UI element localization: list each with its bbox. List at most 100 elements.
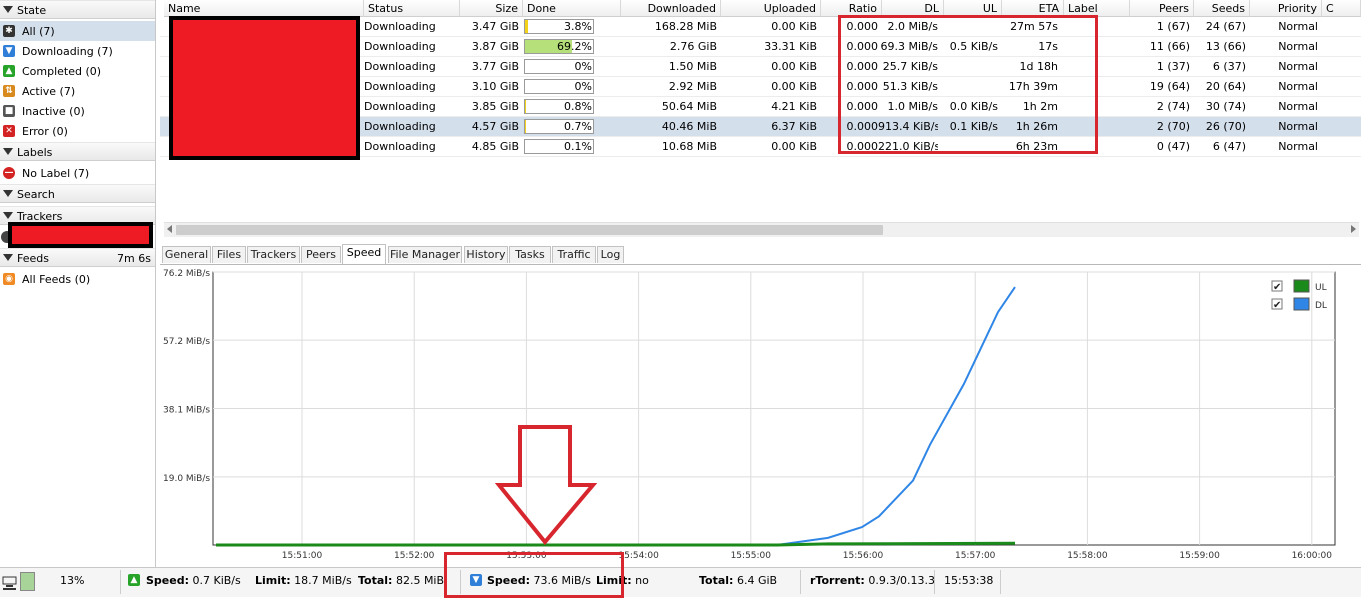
- sidebar-item[interactable]: ✕Error (0): [0, 121, 155, 141]
- sidebar-item[interactable]: ▲Completed (0): [0, 61, 155, 81]
- tab-files[interactable]: Files: [212, 246, 246, 263]
- labels-header-label: Labels: [17, 146, 52, 159]
- x-tick-label: 15:55:00: [731, 551, 772, 561]
- annotation-down-arrow: [495, 425, 597, 545]
- tab-file-manager[interactable]: File Manager: [388, 246, 462, 263]
- client-version: rTorrent: 0.9.3/0.13.3: [810, 574, 935, 587]
- column-header[interactable]: Peers: [1130, 0, 1194, 17]
- column-header[interactable]: C: [1322, 0, 1361, 17]
- peers-cell: 1 (67): [1130, 17, 1190, 36]
- priority-cell: Normal: [1250, 37, 1318, 56]
- x-tick-label: 16:00:00: [1292, 551, 1333, 561]
- error-icon: ✕: [3, 125, 15, 137]
- x-tick-label: 15:51:00: [282, 551, 323, 561]
- detail-tabs: GeneralFilesTrackersPeersSpeedFile Manag…: [160, 244, 1361, 265]
- sidebar-item[interactable]: —No Label (7): [0, 163, 155, 183]
- ul-limit[interactable]: Limit: 18.7 MiB/s: [255, 574, 352, 587]
- no-label-icon: —: [3, 167, 15, 179]
- labels-section-header[interactable]: Labels: [0, 142, 155, 161]
- scroll-left-icon[interactable]: [167, 225, 172, 233]
- collapse-arrow-icon[interactable]: [3, 148, 13, 155]
- completed-icon: ▲: [3, 65, 15, 77]
- state-section-header[interactable]: State: [0, 0, 155, 19]
- status-cell: Downloading: [364, 57, 460, 76]
- sidebar-item[interactable]: ⇅Active (7): [0, 81, 155, 101]
- tab-log[interactable]: Log: [597, 246, 624, 263]
- column-header[interactable]: Seeds: [1194, 0, 1250, 17]
- tab-speed[interactable]: Speed: [342, 244, 386, 264]
- tab-tasks[interactable]: Tasks: [509, 246, 551, 263]
- collapse-arrow-icon[interactable]: [3, 190, 13, 197]
- tab-traffic[interactable]: Traffic: [552, 246, 596, 263]
- legend-label: UL: [1315, 283, 1327, 293]
- priority-cell: Normal: [1250, 17, 1318, 36]
- highlight-box-speeds: [838, 15, 1098, 154]
- sidebar-item[interactable]: ✱All (7): [0, 21, 155, 41]
- peers-cell: 2 (74): [1130, 97, 1190, 116]
- collapse-arrow-icon[interactable]: [3, 6, 13, 13]
- seeds-cell: 13 (66): [1194, 37, 1246, 56]
- priority-cell: Normal: [1250, 77, 1318, 96]
- scrollbar-thumb[interactable]: [176, 225, 883, 235]
- ul-total: Total: 82.5 MiB: [358, 574, 444, 587]
- sidebar: State ✱All (7)▼Downloading (7)▲Completed…: [0, 0, 156, 567]
- x-tick-label: 15:57:00: [955, 551, 996, 561]
- horizontal-scrollbar[interactable]: [164, 222, 1359, 237]
- peers-cell: 0 (47): [1130, 137, 1190, 156]
- seeds-cell: 26 (70): [1194, 117, 1246, 136]
- ul-speed[interactable]: Speed: 0.7 KiB/s: [146, 574, 241, 587]
- seeds-cell: 20 (64): [1194, 77, 1246, 96]
- checkmark-icon: ✔: [1273, 282, 1281, 293]
- highlight-box-dl-speed: [444, 552, 624, 598]
- downloaded-cell: 1.50 MiB: [621, 57, 717, 76]
- scroll-right-icon[interactable]: [1351, 225, 1356, 233]
- sidebar-item[interactable]: ▼Downloading (7): [0, 41, 155, 61]
- sidebar-item[interactable]: ■Inactive (0): [0, 101, 155, 121]
- downloaded-cell: 2.76 GiB: [621, 37, 717, 56]
- column-header[interactable]: Priority: [1250, 0, 1322, 17]
- disk-usage-pct: 13%: [60, 574, 84, 587]
- legend-swatch: [1294, 280, 1309, 292]
- upload-arrow-icon: ▲: [128, 574, 140, 586]
- tab-history[interactable]: History: [464, 246, 508, 263]
- uploaded-cell: 4.21 KiB: [721, 97, 817, 116]
- column-header[interactable]: Done: [523, 0, 621, 17]
- tab-trackers[interactable]: Trackers: [247, 246, 300, 263]
- seeds-cell: 6 (47): [1194, 137, 1246, 156]
- state-header-label: State: [17, 4, 46, 17]
- size-cell: 3.87 GiB: [460, 37, 519, 56]
- column-header[interactable]: Uploaded: [721, 0, 821, 17]
- seeds-cell: 6 (37): [1194, 57, 1246, 76]
- uploaded-cell: 0.00 KiB: [721, 57, 817, 76]
- sidebar-item[interactable]: ◉ All Feeds (0): [0, 269, 155, 289]
- feeds-section-header[interactable]: Feeds 7m 6s: [0, 248, 155, 267]
- sidebar-item-label: All Feeds (0): [22, 273, 90, 286]
- tab-peers[interactable]: Peers: [301, 246, 341, 263]
- network-icon[interactable]: [2, 574, 18, 590]
- done-cell: 69.2%: [524, 37, 592, 56]
- column-header[interactable]: Downloaded: [621, 0, 721, 17]
- x-tick-label: 15:54:00: [618, 551, 659, 561]
- dl-total: Total: 6.4 GiB: [699, 574, 777, 587]
- rss-icon: ◉: [3, 273, 15, 285]
- checkmark-icon: ✔: [1273, 300, 1281, 311]
- collapse-arrow-icon[interactable]: [3, 254, 13, 261]
- done-cell: 0.8%: [524, 97, 592, 116]
- peers-cell: 2 (70): [1130, 117, 1190, 136]
- downloaded-cell: 2.92 MiB: [621, 77, 717, 96]
- size-cell: 3.10 GiB: [460, 77, 519, 96]
- collapse-arrow-icon[interactable]: [3, 212, 13, 219]
- column-header[interactable]: Size: [460, 0, 523, 17]
- y-tick-label: 19.0 MiB/s: [163, 474, 210, 484]
- redacted-tracker: [8, 222, 153, 248]
- search-section-header[interactable]: Search: [0, 184, 155, 203]
- peers-cell: 11 (66): [1130, 37, 1190, 56]
- sidebar-item-label: All (7): [22, 25, 55, 38]
- x-tick-label: 15:52:00: [394, 551, 435, 561]
- column-header[interactable]: Status: [364, 0, 460, 17]
- peers-cell: 1 (37): [1130, 57, 1190, 76]
- column-header[interactable]: Name: [164, 0, 364, 17]
- size-cell: 4.57 GiB: [460, 117, 519, 136]
- tab-general[interactable]: General: [162, 246, 211, 263]
- downloaded-cell: 10.68 MiB: [621, 137, 717, 156]
